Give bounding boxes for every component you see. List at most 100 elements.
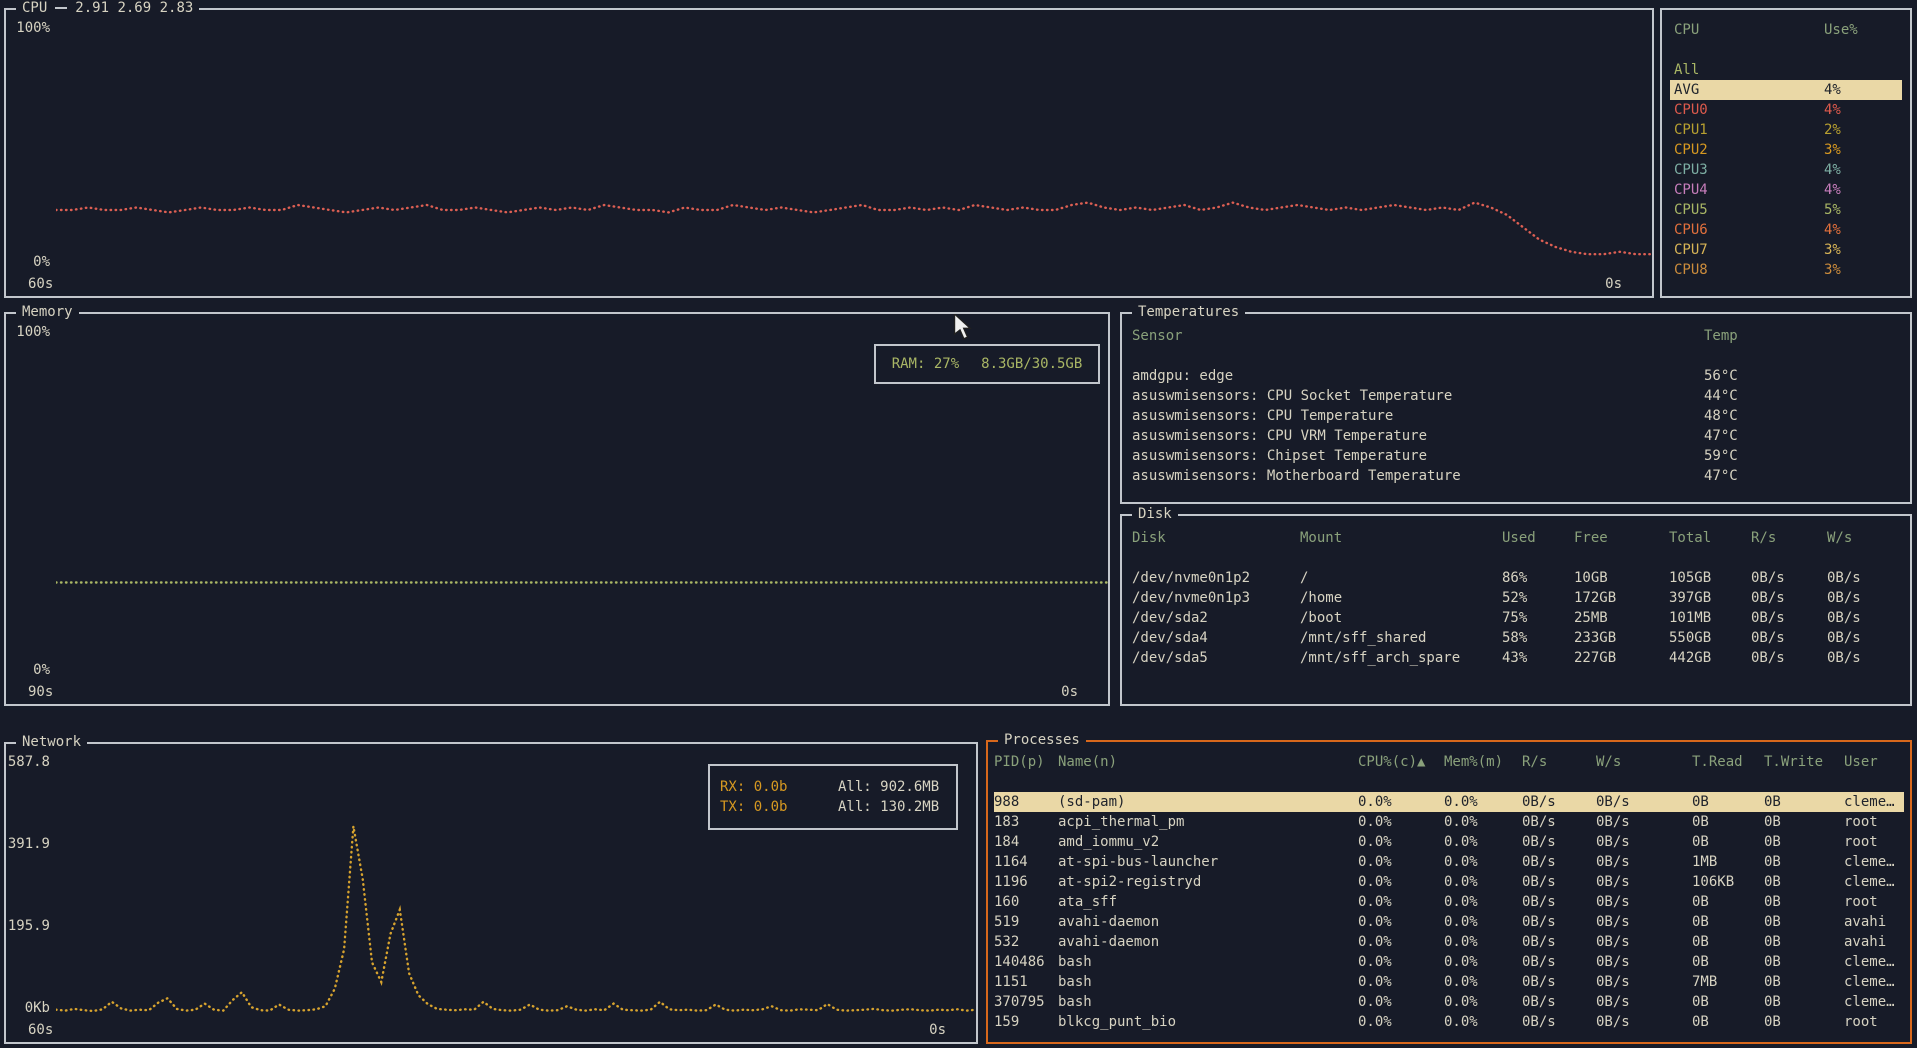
cpu-legend-header[interactable]: CPU Use% [1670, 20, 1902, 40]
proc-col-user[interactable]: User [1844, 752, 1904, 772]
process-read-rate: 0B/s [1522, 874, 1556, 890]
disk-row[interactable]: /dev/sda2 /boot 75% 25MB 101MB 0B/s 0B/s [1132, 608, 1900, 628]
cpu-legend-panel[interactable]: CPU Use% All AVG 4% CPU0 4% CPU1 2% CPU2 [1660, 8, 1912, 298]
cpu-legend-all-row[interactable]: All [1670, 60, 1902, 80]
cpu-y-min-label: 0% [33, 254, 50, 270]
disk-row[interactable]: /dev/nvme0n1p3 /home 52% 172GB 397GB 0B/… [1132, 588, 1900, 608]
process-pid: 140486 [994, 954, 1045, 970]
disk-row[interactable]: /dev/nvme0n1p2 / 86% 10GB 105GB 0B/s 0B/… [1132, 568, 1900, 588]
cpu-graph[interactable] [56, 18, 1652, 272]
ram-usage-value: 8.3GB/30.5GB [981, 356, 1083, 372]
process-row[interactable]: 1196 at-spi2-registryd 0.0% 0.0% 0B/s 0B… [994, 872, 1904, 892]
process-total-write: 0B [1764, 934, 1781, 950]
cpu-title-label: CPU [22, 0, 48, 16]
disk-panel[interactable]: Disk Disk Mount Used Free Total R/s W/s … [1120, 504, 1912, 706]
process-read-rate: 0B/s [1522, 794, 1556, 810]
cpu-legend-row[interactable]: CPU7 3% [1670, 240, 1902, 260]
cpu-legend-row[interactable]: CPU2 3% [1670, 140, 1902, 160]
process-total-read: 0B [1692, 934, 1709, 950]
proc-col-pid[interactable]: PID(p) [994, 752, 1058, 772]
process-row[interactable]: 519 avahi-daemon 0.0% 0.0% 0B/s 0B/s 0B … [994, 912, 1904, 932]
process-row[interactable]: 532 avahi-daemon 0.0% 0.0% 0B/s 0B/s 0B … [994, 932, 1904, 952]
proc-col-tread[interactable]: T.Read [1692, 752, 1764, 772]
process-row[interactable]: 1151 bash 0.0% 0.0% 0B/s 0B/s 7MB 0B cle… [994, 972, 1904, 992]
process-total-read: 7MB [1692, 974, 1718, 990]
process-mem: 0.0% [1444, 914, 1478, 930]
processes-title-label: Processes [1004, 732, 1080, 748]
process-write-rate: 0B/s [1596, 954, 1630, 970]
disk-device: /dev/sda5 [1132, 650, 1208, 666]
temperature-row[interactable]: asuswmisensors: CPU Socket Temperature 4… [1132, 386, 1900, 406]
cpu-usage-value: 4% [1824, 182, 1841, 198]
disk-row[interactable]: /dev/sda4 /mnt/sff_shared 58% 233GB 550G… [1132, 628, 1900, 648]
process-mem: 0.0% [1444, 954, 1478, 970]
processes-header[interactable]: PID(p) Name(n) CPU%(c)▲ Mem%(m) R/s W/s … [994, 752, 1904, 772]
process-total-read: 0B [1692, 914, 1709, 930]
process-row[interactable]: 184 amd_iommu_v2 0.0% 0.0% 0B/s 0B/s 0B … [994, 832, 1904, 852]
temperature-row[interactable]: asuswmisensors: Chipset Temperature 59°C [1132, 446, 1900, 466]
cpu-usage-value: 3% [1824, 142, 1841, 158]
temperatures-panel[interactable]: Temperatures Sensor Temp amdgpu: edge 56… [1120, 302, 1912, 504]
cpu-name: CPU0 [1674, 102, 1708, 118]
process-total-write: 0B [1764, 954, 1781, 970]
proc-col-mem[interactable]: Mem%(m) [1444, 752, 1522, 772]
disk-free: 10GB [1574, 570, 1608, 586]
disk-col-total: Total [1669, 530, 1712, 546]
disk-col-mount: Mount [1300, 530, 1343, 546]
cpu-legend-row[interactable]: CPU5 5% [1670, 200, 1902, 220]
process-row[interactable]: 159 blkcg_punt_bio 0.0% 0.0% 0B/s 0B/s 0… [994, 1012, 1904, 1032]
process-name: at-spi-bus-launcher [1058, 854, 1219, 870]
cpu-legend-row[interactable]: CPU1 2% [1670, 120, 1902, 140]
process-row[interactable]: 183 acpi_thermal_pm 0.0% 0.0% 0B/s 0B/s … [994, 812, 1904, 832]
process-user: root [1844, 1014, 1878, 1030]
process-row[interactable]: 160 ata_sff 0.0% 0.0% 0B/s 0B/s 0B 0B ro… [994, 892, 1904, 912]
process-name: amd_iommu_v2 [1058, 834, 1160, 850]
cpu-x-right-label: 0s [1605, 276, 1622, 292]
cpu-name: CPU2 [1674, 142, 1708, 158]
cpu-panel[interactable]: CPU 2.91 2.69 2.83 100% 0% 60s 0s [4, 0, 1654, 298]
cpu-usage-value: 3% [1824, 262, 1841, 278]
process-write-rate: 0B/s [1596, 874, 1630, 890]
process-write-rate: 0B/s [1596, 914, 1630, 930]
temperature-row[interactable]: asuswmisensors: CPU VRM Temperature 47°C [1132, 426, 1900, 446]
temperatures-panel-title: Temperatures [1132, 302, 1246, 322]
proc-col-name[interactable]: Name(n) [1058, 752, 1358, 772]
process-total-write: 0B [1764, 794, 1781, 810]
cpu-legend-row[interactable]: AVG 4% [1670, 80, 1902, 100]
cpu-legend-row[interactable]: CPU6 4% [1670, 220, 1902, 240]
process-row[interactable]: 1164 at-spi-bus-launcher 0.0% 0.0% 0B/s … [994, 852, 1904, 872]
network-panel[interactable]: Network RX: 0.0b All: 902.6MB TX: 0.0b A… [4, 732, 978, 1044]
cpu-legend-row[interactable]: CPU0 4% [1670, 100, 1902, 120]
process-total-read: 106KB [1692, 874, 1735, 890]
process-row[interactable]: 140486 bash 0.0% 0.0% 0B/s 0B/s 0B 0B cl… [994, 952, 1904, 972]
processes-panel[interactable]: Processes PID(p) Name(n) CPU%(c)▲ Mem%(m… [986, 730, 1912, 1044]
disk-write-rate: 0B/s [1827, 610, 1861, 626]
cpu-legend-row[interactable]: CPU8 3% [1670, 260, 1902, 280]
process-row[interactable]: 988 (sd-pam) 0.0% 0.0% 0B/s 0B/s 0B 0B c… [994, 792, 1904, 812]
proc-col-cpu-sort[interactable]: CPU%(c)▲ [1358, 752, 1444, 772]
proc-col-rs[interactable]: R/s [1522, 752, 1596, 772]
proc-col-twrite[interactable]: T.Write [1764, 752, 1844, 772]
cpu-legend-row[interactable]: CPU4 4% [1670, 180, 1902, 200]
proc-col-ws[interactable]: W/s [1596, 752, 1692, 772]
disk-used: 75% [1502, 610, 1528, 626]
process-pid: 1196 [994, 874, 1028, 890]
process-user: avahi [1844, 914, 1887, 930]
network-y-label-1: 391.9 [7, 836, 50, 852]
process-cpu: 0.0% [1358, 974, 1392, 990]
temperature-row[interactable]: asuswmisensors: Motherboard Temperature … [1132, 466, 1900, 486]
disk-row[interactable]: /dev/sda5 /mnt/sff_arch_spare 43% 227GB … [1132, 648, 1900, 668]
temperature-row[interactable]: asuswmisensors: CPU Temperature 48°C [1132, 406, 1900, 426]
network-rx-label: RX: 0.0b [720, 779, 788, 795]
process-pid: 988 [994, 794, 1020, 810]
process-user: root [1844, 894, 1878, 910]
cpu-legend-row[interactable]: CPU3 4% [1670, 160, 1902, 180]
process-mem: 0.0% [1444, 994, 1478, 1010]
process-row[interactable]: 370795 bash 0.0% 0.0% 0B/s 0B/s 0B 0B cl… [994, 992, 1904, 1012]
disk-read-rate: 0B/s [1751, 610, 1785, 626]
process-read-rate: 0B/s [1522, 934, 1556, 950]
process-read-rate: 0B/s [1522, 814, 1556, 830]
memory-panel[interactable]: Memory RAM: 27% 8.3GB/30.5GB 100% 0% 90s… [4, 302, 1110, 706]
temperature-row[interactable]: amdgpu: edge 56°C [1132, 366, 1900, 386]
disk-write-rate: 0B/s [1827, 650, 1861, 666]
